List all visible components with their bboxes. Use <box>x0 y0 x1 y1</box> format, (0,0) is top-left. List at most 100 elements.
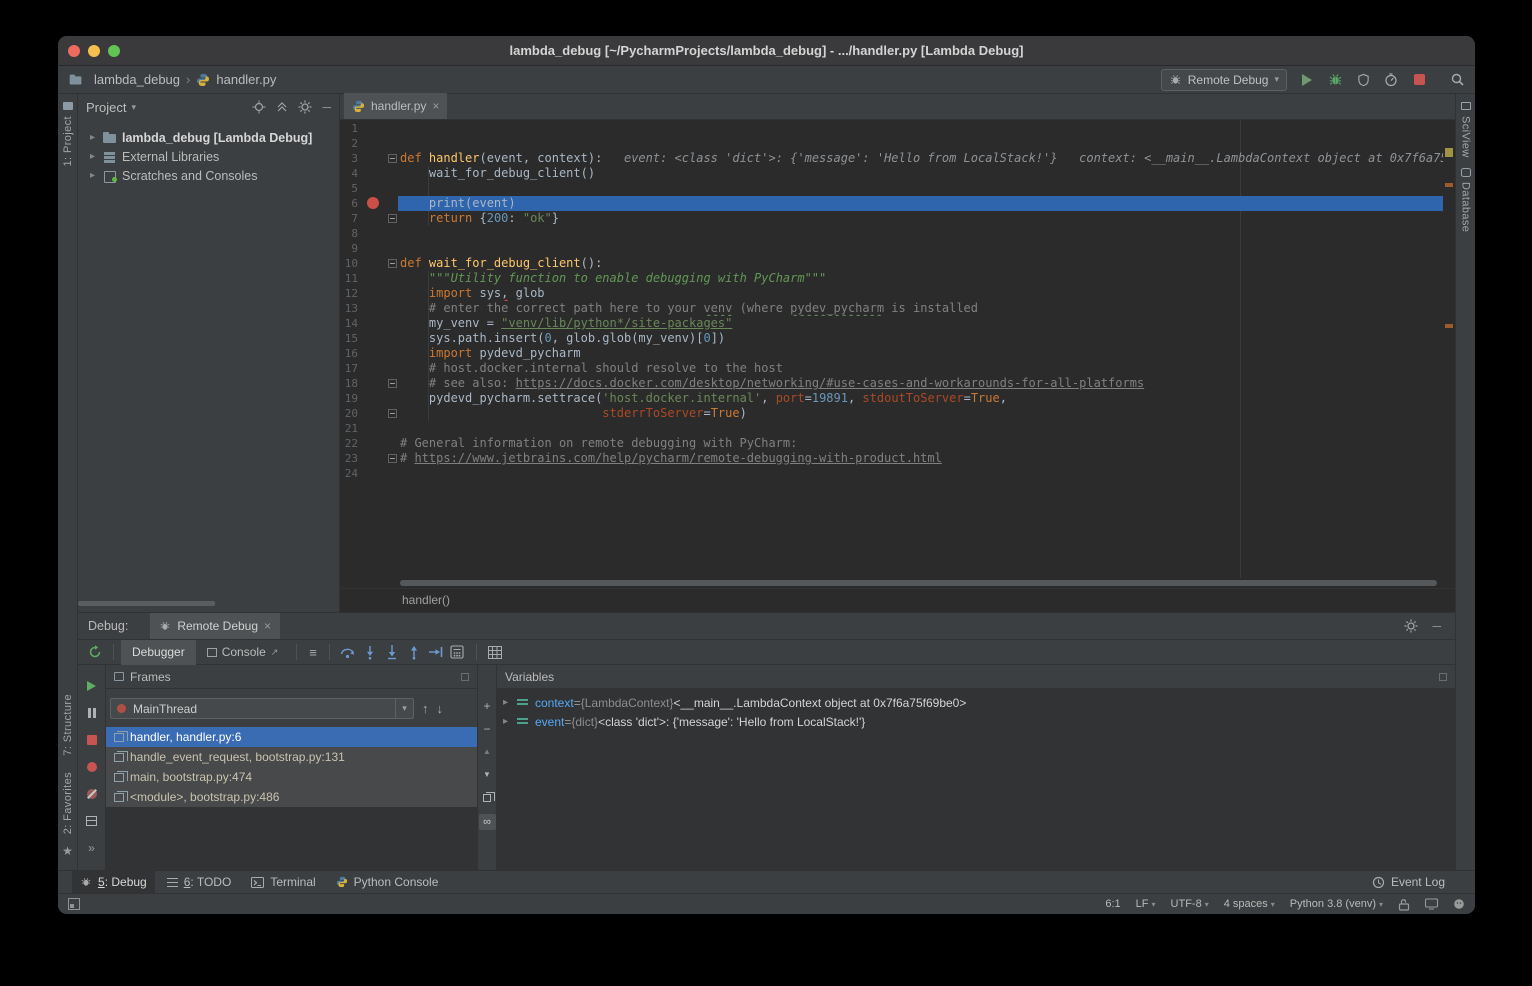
tool-tab-debug[interactable]: 5: Debug <box>72 871 155 894</box>
minimize-button[interactable] <box>88 45 100 57</box>
tree-item[interactable]: ▸External Libraries <box>78 147 339 166</box>
chevron-down-icon[interactable]: ▾ <box>131 102 136 113</box>
close-icon[interactable]: × <box>432 99 439 113</box>
gutter-cell[interactable]: 21 <box>340 421 398 436</box>
breadcrumb-file[interactable]: handler.py <box>216 72 276 87</box>
resume-icon[interactable] <box>85 679 99 693</box>
gutter-cell[interactable]: 3 <box>340 151 398 166</box>
code-line-8[interactable]: 8 <box>340 226 1455 241</box>
gutter-cell[interactable]: 8 <box>340 226 398 241</box>
code-line-21[interactable]: 21 <box>340 421 1455 436</box>
expand-arrow-icon[interactable]: ▸ <box>90 151 102 162</box>
notifications-icon[interactable] <box>1453 898 1465 910</box>
hide-panel-icon[interactable]: ─ <box>322 100 331 114</box>
gutter-cell[interactable]: 6 <box>340 196 398 211</box>
stop-button[interactable] <box>1411 72 1427 88</box>
code-line-11[interactable]: 11 """Utility function to enable debuggi… <box>340 271 1455 286</box>
close-icon[interactable]: × <box>264 619 271 633</box>
view-breakpoints-icon[interactable] <box>85 760 99 774</box>
gutter-cell[interactable]: 17 <box>340 361 398 376</box>
fold-marker[interactable] <box>388 379 397 388</box>
coverage-button[interactable] <box>1355 72 1371 88</box>
previous-frame-icon[interactable]: ↑ <box>422 701 429 716</box>
step-over-icon[interactable] <box>337 643 359 661</box>
editor-horizontal-scrollbar[interactable] <box>340 578 1455 588</box>
code-line-3[interactable]: 3def handler(event, context): event: <cl… <box>340 151 1455 166</box>
pause-icon[interactable] <box>85 706 99 720</box>
move-up-icon[interactable]: ▲ <box>483 745 491 759</box>
gutter-cell[interactable]: 11 <box>340 271 398 286</box>
code-line-17[interactable]: 17 # host.docker.internal should resolve… <box>340 361 1455 376</box>
fold-marker[interactable] <box>388 409 397 418</box>
tool-button-database[interactable]: Database <box>1460 182 1472 232</box>
gear-icon[interactable] <box>298 100 312 114</box>
code-line-18[interactable]: 18 # see also: https://docs.docker.com/d… <box>340 376 1455 391</box>
locate-file-icon[interactable] <box>252 100 266 114</box>
frame-row[interactable]: handle_event_request, bootstrap.py:131 <box>106 747 477 767</box>
tool-tab-event-log[interactable]: Event Log <box>1364 871 1461 894</box>
tool-button-sciview[interactable]: SciView <box>1460 116 1472 158</box>
status-item[interactable]: LF▾ <box>1136 898 1156 910</box>
debug-button[interactable] <box>1327 72 1343 88</box>
run-configuration-selector[interactable]: Remote Debug ▾ <box>1161 69 1287 91</box>
hide-panel-icon[interactable]: ─ <box>1432 619 1441 633</box>
status-item[interactable]: Python 3.8 (venv)▾ <box>1290 898 1383 910</box>
gutter-cell[interactable]: 13 <box>340 301 398 316</box>
tool-tab-terminal[interactable]: Terminal <box>243 871 323 894</box>
fold-marker[interactable] <box>388 454 397 463</box>
gutter-cell[interactable]: 23 <box>340 451 398 466</box>
code-line-5[interactable]: 5 <box>340 181 1455 196</box>
gutter-cell[interactable]: 15 <box>340 331 398 346</box>
star-icon[interactable]: ★ <box>62 844 73 858</box>
gutter-cell[interactable]: 2 <box>340 136 398 151</box>
debug-session-tab[interactable]: Remote Debug × <box>150 613 280 639</box>
breadcrumb-project[interactable]: lambda_debug <box>94 72 180 87</box>
frame-row[interactable]: handler, handler.py:6 <box>106 727 477 747</box>
gutter-cell[interactable]: 10 <box>340 256 398 271</box>
evaluate-expression-icon[interactable] <box>447 643 469 661</box>
lock-icon[interactable] <box>1398 898 1410 911</box>
tool-button-structure[interactable]: 7: Structure <box>62 694 74 756</box>
gutter-cell[interactable]: 14 <box>340 316 398 331</box>
screen-reader-icon[interactable] <box>1425 898 1438 910</box>
profiler-button[interactable] <box>1383 72 1399 88</box>
add-watch-icon[interactable]: + <box>483 699 490 713</box>
evaluate-infinity-icon[interactable]: ∞ <box>479 814 496 830</box>
code-line-15[interactable]: 15 sys.path.insert(0, glob.glob(my_venv)… <box>340 331 1455 346</box>
fold-marker[interactable] <box>388 154 397 163</box>
tree-item[interactable]: ▸Scratches and Consoles <box>78 166 339 185</box>
run-to-cursor-icon[interactable] <box>425 643 447 661</box>
status-item[interactable]: 6:1 <box>1105 898 1120 910</box>
code-line-1[interactable]: 1 <box>340 121 1455 136</box>
next-frame-icon[interactable]: ↓ <box>437 701 444 716</box>
expand-arrow-icon[interactable]: ▸ <box>90 170 102 181</box>
rerun-icon[interactable] <box>84 643 106 661</box>
variable-row[interactable]: ▸context = {LambdaContext} <__main__.Lam… <box>497 693 1455 712</box>
gutter-cell[interactable]: 4 <box>340 166 398 181</box>
editor-tab-handler[interactable]: handler.py × <box>344 93 447 119</box>
step-out-icon[interactable] <box>403 643 425 661</box>
view-table-icon[interactable] <box>484 643 506 661</box>
tool-button-project[interactable]: 1: Project <box>62 116 74 166</box>
breakpoint-dot[interactable] <box>367 197 379 209</box>
gutter-cell[interactable]: 16 <box>340 346 398 361</box>
code-line-6[interactable]: 6 print(event) <box>340 196 1455 211</box>
gutter-cell[interactable]: 18 <box>340 376 398 391</box>
force-step-into-icon[interactable] <box>381 643 403 661</box>
tool-button-favorites[interactable]: 2: Favorites <box>62 772 74 834</box>
code-line-14[interactable]: 14 my_venv = "venv/lib/python*/site-pack… <box>340 316 1455 331</box>
move-down-icon[interactable]: ▼ <box>483 768 491 782</box>
thread-selector[interactable]: MainThread ▾ <box>110 698 414 719</box>
more-actions-icon[interactable]: » <box>85 841 99 855</box>
gutter-cell[interactable]: 9 <box>340 241 398 256</box>
code-line-10[interactable]: 10def wait_for_debug_client(): <box>340 256 1455 271</box>
restore-layout-icon[interactable] <box>85 814 99 828</box>
expand-arrow-icon[interactable]: ▸ <box>503 697 517 708</box>
zoom-button[interactable] <box>108 45 120 57</box>
expand-arrow-icon[interactable]: ▸ <box>503 716 517 727</box>
toggle-toolwindows-icon[interactable] <box>68 898 80 910</box>
duplicate-watch-icon[interactable] <box>483 791 491 805</box>
status-item[interactable]: UTF-8▾ <box>1171 898 1209 910</box>
gutter-cell[interactable]: 5 <box>340 181 398 196</box>
tree-item[interactable]: ▸lambda_debug [Lambda Debug] <box>78 128 339 147</box>
